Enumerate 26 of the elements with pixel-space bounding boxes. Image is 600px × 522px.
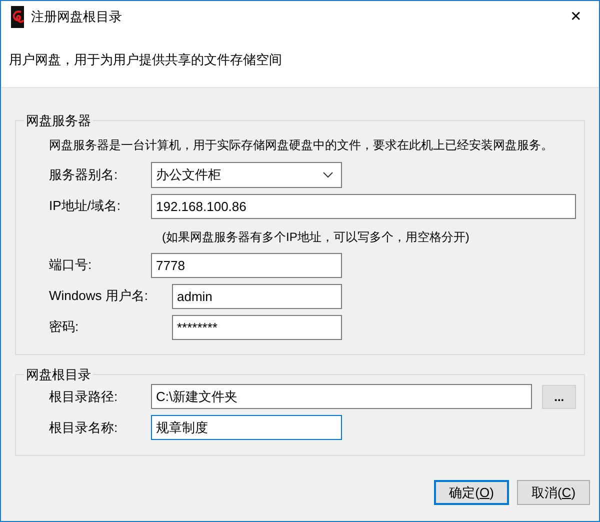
group-title: 网盘根目录	[25, 366, 92, 384]
chevron-down-icon	[323, 172, 333, 178]
dialog-button[interactable]: 确定(O)	[434, 480, 509, 505]
dialog-button[interactable]: 取消(C)	[517, 480, 590, 505]
hint-text: (如果网盘服务器有多个IP地址，可以写多个，用空格分开)	[162, 228, 470, 246]
window-title: 注册网盘根目录	[31, 8, 122, 26]
group-title: 网盘服务器	[25, 112, 92, 130]
field-label: 端口号:	[49, 256, 93, 274]
dropdown-field[interactable]: 办公文件柜	[151, 162, 342, 188]
input-field[interactable]: 规章制度	[151, 415, 342, 440]
field-label: IP地址/域名:	[49, 197, 122, 216]
input-field[interactable]: 192.168.100.86	[151, 194, 576, 218]
browse-button[interactable]: ...	[542, 384, 576, 408]
field-label: 服务器别名:	[49, 166, 119, 184]
input-field[interactable]: admin	[172, 284, 342, 308]
field-label: 密码:	[49, 318, 80, 336]
header-text: 用户网盘，用于为用户提供共享的文件存储空间	[9, 50, 282, 69]
field-label: 根目录路径:	[49, 388, 119, 406]
field-label: 根目录名称:	[49, 418, 119, 437]
password-field[interactable]: ********	[172, 314, 342, 340]
close-button[interactable]: ✕	[553, 1, 599, 32]
input-field[interactable]: 7778	[151, 252, 342, 278]
app-logo-icon	[11, 6, 24, 28]
input-field[interactable]: C:\新建文件夹	[151, 384, 532, 409]
field-label: Windows 用户名:	[49, 287, 149, 306]
description-text: 网盘服务器是一台计算机，用于实际存储网盘硬盘中的文件，要求在此机上已经安装网盘服务。	[49, 136, 553, 154]
